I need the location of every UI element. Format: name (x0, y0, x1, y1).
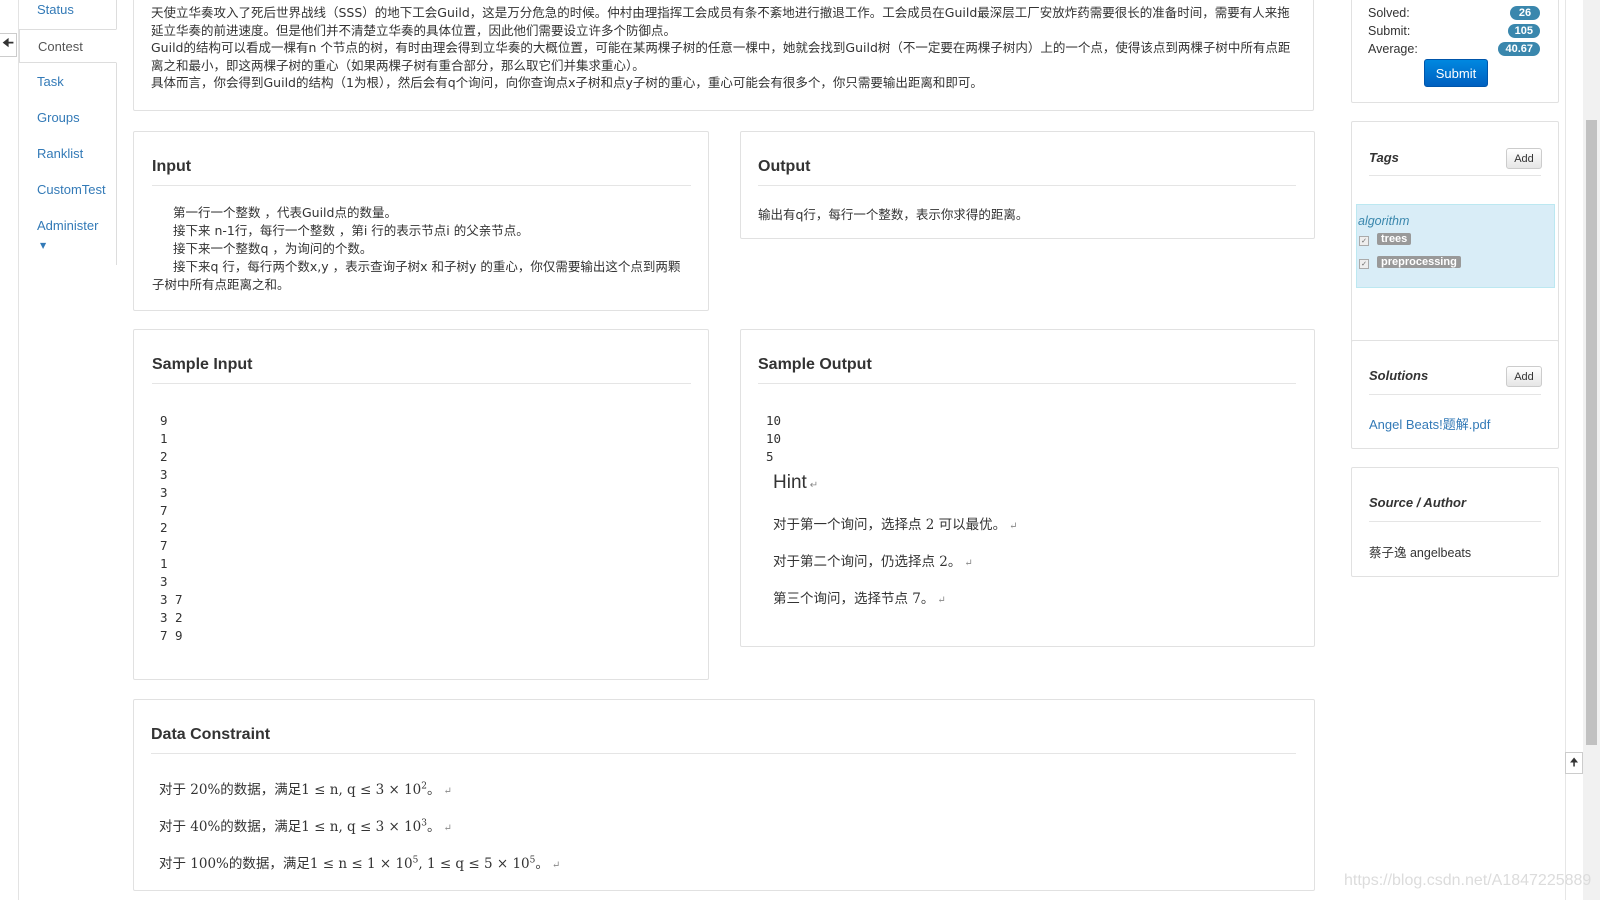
description-paragraph: Guild的结构可以看成一棵有n 个节点的树，有时由理会得到立华奏的大概位置，可… (151, 40, 1291, 73)
output-text: 输出有q行，每行一个整数，表示你求得的距离。 (758, 207, 1029, 222)
input-title: Input (152, 158, 192, 175)
sample-output-line: 10 (766, 413, 782, 428)
solutions-panel: Solutions Add Angel Beats!题解.pdf (1351, 340, 1559, 449)
submit-button[interactable]: Submit (1424, 59, 1488, 87)
source-title: Source / Author (1369, 495, 1467, 510)
nav-item-administer[interactable]: Administer (19, 209, 115, 243)
nav-item-groups[interactable]: Groups (19, 101, 115, 135)
solutions-title: Solutions (1369, 368, 1429, 383)
tag-checkbox[interactable]: ✓ (1359, 259, 1369, 269)
tags-panel: Tags Add algorithm ✓ trees ✓ preprocessi… (1351, 121, 1559, 350)
description-paragraph: 天使立华奏攻入了死后世界战线（SSS）的地下工会Guild，这是万分危急的时候。… (151, 5, 1290, 38)
sample-input-line: 3 (160, 484, 168, 500)
nav-item-ranklist[interactable]: Ranklist (19, 137, 115, 171)
input-panel: Input 第一行一个整数 ，代表Guild点的数量。 接下来 n-1行，每行一… (133, 131, 709, 311)
solved-row: Solved: 26 (1368, 6, 1540, 20)
sample-input-line: 7 9 (160, 627, 183, 643)
data-constraint-title: Data Constraint (151, 726, 271, 743)
scroll-to-top-button[interactable]: 🠉 (1565, 752, 1583, 774)
add-solution-button[interactable]: Add (1506, 366, 1542, 387)
description-paragraph: 具体而言，你会得到Guild的结构（1为根），然后会有q个询问，向你查询点x子树… (151, 75, 983, 90)
sample-output-panel: Sample Output 10 10 5 Hint ↵ 对于第一个询问，选择点 2 … (740, 329, 1315, 647)
tag-list: algorithm ✓ trees ✓ preprocessing (1356, 204, 1555, 288)
input-line: 第一行一个整数 ，代表Guild点的数量。 (173, 205, 397, 220)
sample-input-line: 2 (160, 520, 168, 536)
sample-input-line: 3 (160, 466, 168, 482)
constraint-line: 对于 40%的数据，满足1 ≤ n, q ≤ 3 × 103。 ↵ (159, 818, 452, 836)
add-tag-button[interactable]: Add (1506, 148, 1542, 169)
sample-input-line: 7 (160, 502, 168, 518)
tag-preprocessing[interactable]: preprocessing (1377, 256, 1461, 268)
constraint-line: 对于 20%的数据，满足1 ≤ n, q ≤ 3 × 102。 ↵ (159, 781, 452, 799)
constraint-box: 对于 20%的数据，满足1 ≤ n, q ≤ 3 × 102。 ↵ 对于 40%的… (151, 772, 560, 872)
sidebar-nav: Status Contest Task Groups Ranklist Cust… (19, 0, 117, 265)
input-line: 接下来 n-1行，每行一个整数 ，第i 行的表示节点i 的父亲节点。 (173, 222, 529, 238)
constraint-line: 对于 100%的数据，满足1 ≤ n ≤ 1 × 105, 1 ≤ q ≤ 5 … (159, 855, 561, 873)
sample-output-line: 5 (766, 448, 774, 464)
description-panel: 天使立华奏攻入了死后世界战线（SSS）的地下工会Guild，这是万分危急的时候。… (133, 0, 1314, 111)
output-panel: Output 输出有q行，每行一个整数，表示你求得的距离。 (740, 131, 1315, 239)
sample-input-panel: Sample Input 9 1 2 3 3 7 2 7 1 3 3 73 2 7 9 (133, 329, 709, 680)
watermark: https://blog.csdn.net/A1847225889 (1344, 872, 1592, 889)
sample-input-line: 7 (160, 538, 168, 554)
nav-item-contest[interactable]: Contest (19, 29, 117, 63)
sample-input-line: 9 (160, 413, 168, 428)
sample-output-title: Sample Output (758, 356, 872, 373)
average-badge: 40.67 (1498, 42, 1540, 56)
sample-input-line: 2 (160, 448, 168, 464)
sample-output-code: 10 10 5 (766, 412, 781, 466)
data-constraint-panel: Data Constraint 对于 20%的数据，满足1 ≤ n, q ≤ 3… (133, 699, 1315, 891)
scrollbar-thumb[interactable] (1586, 120, 1597, 745)
hint-title: Hint ↵ (773, 472, 819, 493)
sample-input-line: 3 7 (160, 592, 183, 608)
tag-category: algorithm (1358, 214, 1410, 228)
sample-input-line: 1 (160, 556, 168, 572)
submit-badge: 105 (1507, 24, 1540, 38)
nav-item-status[interactable]: Status (19, 0, 115, 27)
sample-input-title: Sample Input (152, 356, 253, 373)
solved-badge: 26 (1510, 6, 1540, 20)
sample-output-line: 10 (766, 430, 782, 446)
sample-input-line: 1 (160, 430, 168, 446)
arrow-left-icon: 🠈 (1, 36, 15, 51)
hint-line: 对于第二个询问，仍选择点 2。 ↵ (773, 554, 973, 570)
hint-line: 第三个询问，选择节点 7。 ↵ (773, 591, 946, 607)
hint-box: Hint ↵ 对于第一个询问，选择点 2 可以最优。 ↵ 对于第二个询问，仍选择点 … (766, 467, 1025, 612)
tags-title: Tags (1369, 150, 1399, 165)
chevron-down-icon: ▼ (40, 241, 47, 250)
nav-item-task[interactable]: Task (19, 65, 115, 99)
output-title: Output (758, 158, 811, 175)
sample-input-code: 9 1 2 3 3 7 2 7 1 3 3 73 2 7 9 (160, 412, 183, 645)
submit-row: Submit: 105 (1368, 24, 1540, 38)
input-line: 接下来q 行，每行两个数x,y ，表示查询子树x 和子树y 的重心，你仅需要输出… (152, 258, 681, 292)
tag-trees[interactable]: trees (1377, 233, 1412, 245)
source-author: 蔡子逸 angelbeats (1369, 546, 1472, 560)
nav-item-customtest[interactable]: CustomTest (19, 173, 115, 207)
input-line: 接下来一个整数q ，为询问的个数。 (173, 240, 373, 256)
sample-input-line: 3 2 (160, 609, 183, 625)
collapse-sidebar-button[interactable]: 🠈 (0, 33, 17, 57)
tag-checkbox[interactable]: ✓ (1359, 236, 1369, 246)
sample-input-line: 3 (160, 574, 168, 590)
average-row: Average: 40.67 (1368, 42, 1540, 56)
arrow-up-icon: 🠉 (1569, 755, 1579, 769)
stats-panel: Solved: 26 Submit: 105 Average: 40.67 Su… (1351, 0, 1559, 103)
source-panel: Source / Author 蔡子逸 angelbeats (1351, 467, 1559, 577)
solution-file-link[interactable]: Angel Beats!题解.pdf (1369, 414, 1490, 433)
hint-line: 对于第一个询问，选择点 2 可以最优。 ↵ (773, 517, 1018, 533)
